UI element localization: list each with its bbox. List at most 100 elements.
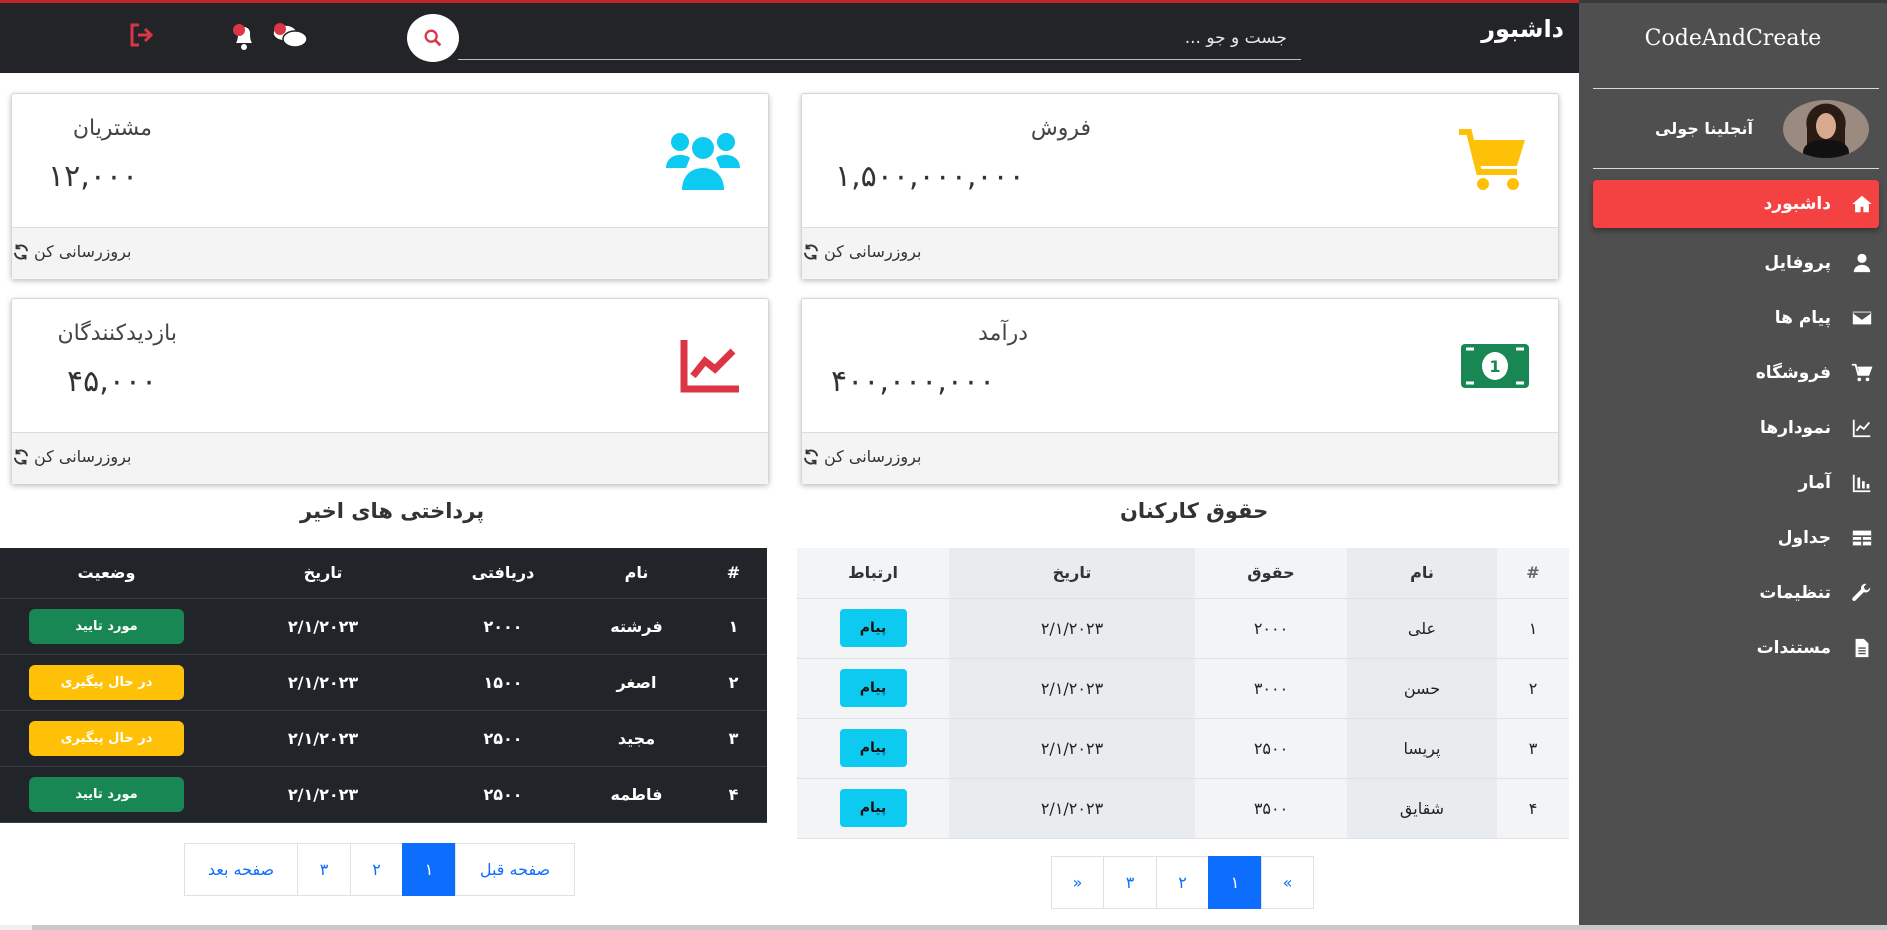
payments-pagination: صفحه بعد ۳ ۲ ۱ صفحه قبل: [184, 843, 575, 896]
avatar[interactable]: [1783, 99, 1869, 158]
table-row: ۳ پریسا ۲۵۰۰ ۲/۱/۲۰۲۳ پیام: [797, 718, 1569, 779]
message-button[interactable]: پیام: [839, 789, 907, 827]
payments-table: # نام دریافتی تاریخ وضعیت ۱ فرشته ۲۰۰۰ ۲…: [0, 548, 767, 823]
message-button[interactable]: پیام: [839, 609, 907, 647]
sidebar: CodeAndCreate آنجلینا جولی داشبورد پروفا…: [1579, 0, 1887, 925]
salary: ۲۰۰۰: [1195, 598, 1347, 659]
brand-logo[interactable]: CodeAndCreate: [1579, 3, 1887, 88]
column-header: وضعیت: [0, 548, 213, 599]
payer-name: اصغر: [573, 654, 700, 711]
date: ۲/۱/۲۰۲۳: [949, 718, 1195, 779]
search-input[interactable]: [458, 17, 1301, 59]
table-row: ۱ علی ۲۰۰۰ ۲/۱/۲۰۲۳ پیام: [797, 598, 1569, 659]
sales-card: فروش ۱,۵۰۰,۰۰۰,۰۰۰ بروزرسانی کن: [801, 93, 1559, 279]
card-value: ۴۵,۰۰۰: [67, 364, 158, 399]
card-title: فروش: [1030, 116, 1091, 141]
table-row: ۲ حسن ۳۰۰۰ ۲/۱/۲۰۲۳ پیام: [797, 658, 1569, 719]
refresh-icon: [804, 244, 818, 259]
refresh-button[interactable]: بروزرسانی کن: [12, 242, 754, 261]
table-row: ۴ شقایق ۳۵۰۰ ۲/۱/۲۰۲۳ پیام: [797, 778, 1569, 839]
message-button[interactable]: پیام: [839, 669, 907, 707]
refresh-button[interactable]: بروزرسانی کن: [802, 447, 1544, 466]
row-number: ۲: [1497, 658, 1569, 719]
column-header: تاریخ: [949, 548, 1195, 599]
scrollbar-thumb[interactable]: [32, 925, 1887, 930]
amount: ۱۵۰۰: [433, 654, 573, 711]
revenue-card: درآمد ۴۰۰,۰۰۰,۰۰۰ 1 بروزرسانی کن: [801, 298, 1559, 484]
sidebar-item-charts[interactable]: نمودارها: [1579, 400, 1887, 455]
column-header: دریافتی: [433, 548, 573, 599]
svg-text:1: 1: [1489, 357, 1500, 376]
salary: ۳۵۰۰: [1195, 778, 1347, 839]
sidebar-item-shop[interactable]: فروشگاه: [1579, 345, 1887, 400]
refresh-label: بروزرسانی کن: [824, 242, 922, 261]
salary: ۳۰۰۰: [1195, 658, 1347, 719]
wrench-icon: [1852, 583, 1871, 601]
sidebar-item-messages[interactable]: پیام ها: [1579, 290, 1887, 345]
page-1[interactable]: ۱: [402, 843, 456, 896]
horizontal-scrollbar[interactable]: [0, 925, 1887, 930]
sidebar-item-profile[interactable]: پروفایل: [1579, 235, 1887, 290]
page-prev[interactable]: صفحه قبل: [455, 843, 575, 896]
status-badge: مورد تایید: [29, 776, 184, 812]
sidebar-item-label: مستندات: [1756, 637, 1831, 658]
action-cell: پیام: [797, 778, 949, 839]
employee-name: علی: [1347, 598, 1497, 659]
customers-card: مشتریان ۱۲,۰۰۰ بروزرسانی کن: [11, 93, 769, 279]
page-1[interactable]: ۱: [1208, 856, 1262, 909]
page-2[interactable]: ۲: [350, 843, 403, 896]
column-header: #: [700, 548, 767, 599]
employee-name: حسن: [1347, 658, 1497, 719]
action-cell: پیام: [797, 718, 949, 779]
search-icon: [424, 29, 442, 47]
sidebar-divider: [1593, 168, 1879, 169]
refresh-button[interactable]: بروزرسانی کن: [802, 242, 1544, 261]
column-header: نام: [1347, 548, 1497, 599]
salaries-pagination: » ۳ ۲ ۱ «: [1051, 856, 1314, 909]
payer-name: مجید: [573, 710, 700, 767]
home-icon: [1852, 195, 1872, 213]
money-icon: 1: [1461, 344, 1529, 388]
card-title: بازدیدکنندگان: [57, 321, 177, 346]
amount: ۲۰۰۰: [433, 598, 573, 655]
action-cell: پیام: [797, 598, 949, 659]
sidebar-item-label: فروشگاه: [1755, 362, 1831, 383]
row-number: ۱: [1497, 598, 1569, 659]
status-badge: مورد تایید: [29, 608, 184, 644]
refresh-button[interactable]: بروزرسانی کن: [12, 447, 754, 466]
user-icon: [1853, 253, 1871, 272]
sidebar-item-dashboard[interactable]: داشبورد: [1593, 180, 1879, 228]
row-number: ۴: [1497, 778, 1569, 839]
date: ۲/۱/۲۰۲۳: [949, 778, 1195, 839]
page-prev[interactable]: «: [1261, 856, 1314, 909]
row-number: ۲: [700, 654, 767, 711]
chat-icon[interactable]: [270, 21, 310, 53]
search-bar: [458, 17, 1301, 60]
salary: ۲۵۰۰: [1195, 718, 1347, 779]
column-header: حقوق: [1195, 548, 1347, 599]
page-2[interactable]: ۲: [1156, 856, 1209, 909]
refresh-label: بروزرسانی کن: [34, 447, 132, 466]
page-next[interactable]: »: [1051, 856, 1104, 909]
status-cell: مورد تایید: [0, 598, 213, 655]
date: ۲/۱/۲۰۲۳: [949, 598, 1195, 659]
sidebar-item-stats[interactable]: آمار: [1579, 455, 1887, 510]
search-button[interactable]: [407, 14, 459, 62]
sidebar-item-settings[interactable]: تنظیمات: [1579, 565, 1887, 620]
status-cell: در حال پیگیری: [0, 654, 213, 711]
sidebar-item-label: آمار: [1798, 472, 1831, 493]
page-3[interactable]: ۳: [297, 843, 351, 896]
page-3[interactable]: ۳: [1103, 856, 1157, 909]
status-cell: مورد تایید: [0, 766, 213, 823]
page-next[interactable]: صفحه بعد: [184, 843, 298, 896]
sidebar-item-docs[interactable]: مستندات: [1579, 620, 1887, 675]
sidebar-item-tables[interactable]: جداول: [1579, 510, 1887, 565]
row-number: ۱: [700, 598, 767, 655]
bar-chart-icon: [1852, 474, 1871, 492]
message-button[interactable]: پیام: [839, 729, 907, 767]
cart-icon: [1459, 129, 1525, 190]
salaries-table: # نام حقوق تاریخ ارتباط ۱ علی ۲۰۰۰ ۲/۱/۲…: [797, 548, 1569, 839]
logout-icon[interactable]: [128, 21, 156, 49]
sidebar-item-label: پیام ها: [1774, 307, 1831, 328]
bell-icon[interactable]: [230, 21, 258, 53]
